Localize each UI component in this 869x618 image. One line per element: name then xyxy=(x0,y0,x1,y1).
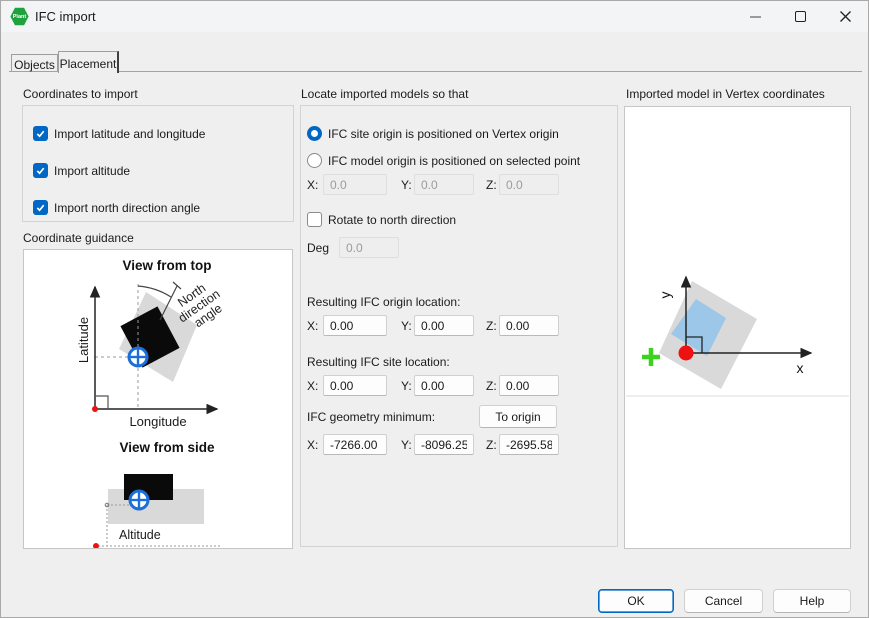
geomin-z-input[interactable] xyxy=(499,434,559,455)
deg-input[interactable] xyxy=(339,237,399,258)
view-from-side-title: View from side xyxy=(119,440,215,455)
coordinate-guidance-header: Coordinate guidance xyxy=(23,231,134,245)
import-north-angle-checkbox[interactable] xyxy=(33,200,48,215)
ok-button[interactable]: OK xyxy=(598,589,674,613)
altitude-label: Altitude xyxy=(119,528,161,542)
import-altitude-checkbox[interactable] xyxy=(33,163,48,178)
ifc-import-dialog: Plant IFC import Objects Placement Coord… xyxy=(0,0,869,618)
point-x-input[interactable] xyxy=(323,174,387,195)
cancel-button[interactable]: Cancel xyxy=(684,589,763,613)
x-axis-label: x xyxy=(797,360,804,376)
window-title: IFC import xyxy=(35,9,96,24)
check-icon xyxy=(35,202,46,213)
tab-placement[interactable]: Placement xyxy=(58,51,119,73)
locate-models-header: Locate imported models so that xyxy=(301,87,468,101)
view-from-top-title: View from top xyxy=(122,258,211,273)
model-origin-red-dot xyxy=(679,346,694,361)
site-x-input[interactable] xyxy=(323,375,387,396)
site-x-label: X: xyxy=(307,379,318,393)
site-y-input[interactable] xyxy=(414,375,474,396)
maximize-icon xyxy=(795,11,806,22)
selected-point-plus-icon xyxy=(642,348,660,366)
origin-x-label: X: xyxy=(307,319,318,333)
north-angle-arc xyxy=(138,286,171,297)
guidance-diagram: View from top Latitude Longitude xyxy=(24,250,292,548)
coordinates-to-import-header: Coordinates to import xyxy=(23,87,138,101)
longitude-axis-label: Longitude xyxy=(129,414,186,429)
radio-model-origin-on-selected-point[interactable] xyxy=(307,153,322,168)
origin-location-header: Resulting IFC origin location: xyxy=(307,295,460,309)
geomin-z-label: Z: xyxy=(486,438,497,452)
site-z-label: Z: xyxy=(486,379,497,393)
radio-site-origin-on-vertex-origin[interactable] xyxy=(307,126,322,141)
north-line-tick xyxy=(173,282,181,289)
import-latlong-label: Import latitude and longitude xyxy=(54,127,205,141)
import-latlong-checkbox[interactable] xyxy=(33,126,48,141)
rotate-to-north-label: Rotate to north direction xyxy=(328,213,456,227)
site-y-label: Y: xyxy=(401,379,412,393)
geometry-minimum-header: IFC geometry minimum: xyxy=(307,410,435,424)
deg-label: Deg xyxy=(307,241,329,255)
check-icon xyxy=(35,165,46,176)
title-bar: Plant IFC import xyxy=(1,1,868,32)
origin-x-input[interactable] xyxy=(323,315,387,336)
close-icon xyxy=(839,10,852,23)
origin-y-input[interactable] xyxy=(414,315,474,336)
geomin-x-label: X: xyxy=(307,438,318,452)
rotate-to-north-checkbox[interactable] xyxy=(307,212,322,227)
import-north-angle-label: Import north direction angle xyxy=(54,201,200,215)
check-icon xyxy=(35,128,46,139)
maximize-button[interactable] xyxy=(778,1,823,32)
to-origin-button[interactable]: To origin xyxy=(479,405,557,428)
latitude-axis-label: Latitude xyxy=(76,317,91,363)
point-z-label: Z: xyxy=(486,178,497,192)
coordinate-guidance-panel: View from top Latitude Longitude xyxy=(23,249,293,549)
geomin-x-input[interactable] xyxy=(323,434,387,455)
minimize-button[interactable] xyxy=(733,1,778,32)
imported-model-panel: x y xyxy=(624,106,851,549)
geomin-y-label: Y: xyxy=(401,438,412,452)
site-location-header: Resulting IFC site location: xyxy=(307,355,450,369)
point-z-input[interactable] xyxy=(499,174,559,195)
plant-app-icon: Plant xyxy=(10,7,29,26)
minimize-icon xyxy=(750,16,761,18)
radio-model-origin-label: IFC model origin is positioned on select… xyxy=(328,154,580,168)
point-y-label: Y: xyxy=(401,178,412,192)
origin-red-dot xyxy=(92,406,98,412)
origin-z-label: Z: xyxy=(486,319,497,333)
side-crosshair-icon xyxy=(130,491,148,509)
point-x-label: X: xyxy=(307,178,318,192)
plant-app-icon-text: Plant xyxy=(13,14,26,20)
side-origin-red-dot xyxy=(93,543,99,548)
close-button[interactable] xyxy=(823,1,868,32)
site-z-input[interactable] xyxy=(499,375,559,396)
geomin-y-input[interactable] xyxy=(414,434,474,455)
tab-objects[interactable]: Objects xyxy=(11,54,58,71)
import-altitude-label: Import altitude xyxy=(54,164,130,178)
imported-model-diagram: x y xyxy=(625,107,850,548)
origin-z-input[interactable] xyxy=(499,315,559,336)
point-y-input[interactable] xyxy=(414,174,474,195)
y-axis-label: y xyxy=(657,292,673,299)
imported-model-header: Imported model in Vertex coordinates xyxy=(626,87,825,101)
radio-site-origin-label: IFC site origin is positioned on Vertex … xyxy=(328,127,559,141)
site-crosshair-icon xyxy=(129,348,147,366)
tabbar-divider xyxy=(9,71,862,72)
help-button[interactable]: Help xyxy=(773,589,851,613)
origin-y-label: Y: xyxy=(401,319,412,333)
